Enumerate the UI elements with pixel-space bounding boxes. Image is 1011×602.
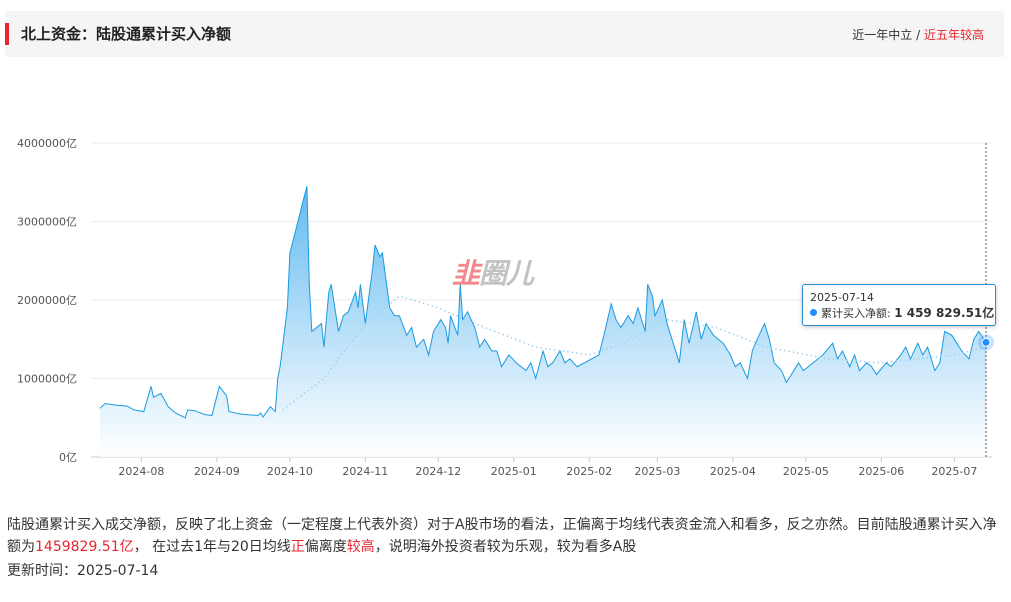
desc-deviation-direction: 正 <box>290 539 305 555</box>
desc-deviation-level: 较高 <box>346 539 375 555</box>
update-time: 更新时间：2025-07-14 <box>7 560 158 582</box>
x-tick-label: 2025-04 <box>710 465 756 478</box>
y-tick-label: 1000000亿 <box>17 373 77 386</box>
desc-part4: ，说明海外投资者较为乐观，较为看多A股 <box>374 539 637 555</box>
y-axis: 0亿 1000000亿 2000000亿 3000000亿 4000000亿 <box>17 137 77 464</box>
y-tick-label: 0亿 <box>59 451 77 464</box>
tooltip-date: 2025-07-14 <box>810 291 874 304</box>
x-tick-label: 2024-11 <box>342 465 388 478</box>
highlight-point[interactable] <box>981 337 991 347</box>
x-axis: 2024-08 2024-09 2024-10 2024-11 2024-12 2025-… <box>118 457 977 478</box>
description-text: 陆股通累计买入成交净额，反映了北上资金（一定程度上代表外资）对于A股市场的看法，… <box>7 514 1002 558</box>
status-summary: 近一年中立 / 近五年较高 <box>852 26 984 43</box>
chart-tooltip: 2025-07-14 累计买入净额: 1 459 829.51亿 <box>802 284 996 326</box>
header-panel: 北上资金：陆股通累计买入净额 近一年中立 / 近五年较高 <box>5 11 1004 57</box>
x-tick-label: 2025-02 <box>566 465 612 478</box>
status-separator: / <box>912 28 924 42</box>
x-tick-label: 2025-06 <box>858 465 904 478</box>
update-time-value: 2025-07-14 <box>77 563 159 579</box>
tooltip-row: 累计买入净额: 1 459 829.51亿 <box>810 305 994 322</box>
y-tick-label: 4000000亿 <box>17 137 77 150</box>
x-tick-label: 2025-07 <box>931 465 977 478</box>
title-accent-bar <box>5 23 9 45</box>
watermark-text: 圈儿 <box>479 257 534 290</box>
desc-part2: ， 在过去1年与20日均线 <box>133 539 291 555</box>
status-one-year: 近一年中立 <box>852 28 913 42</box>
x-tick-label: 2024-12 <box>415 465 461 478</box>
desc-part3: 偏离度 <box>304 539 347 555</box>
series-dot-icon <box>810 309 817 316</box>
watermark-logo: 韭圈儿 <box>452 252 534 292</box>
y-tick-label: 3000000亿 <box>17 216 77 229</box>
x-tick-label: 2025-03 <box>634 465 680 478</box>
tooltip-value: 1 459 829.51亿 <box>894 306 995 320</box>
desc-value: 1459829.51亿 <box>35 539 134 555</box>
tooltip-series-label: 累计买入净额: <box>821 307 895 320</box>
x-tick-label: 2024-08 <box>118 465 164 478</box>
x-tick-label: 2024-10 <box>267 465 313 478</box>
x-tick-label: 2025-01 <box>491 465 537 478</box>
watermark-mark: 韭 <box>452 257 480 290</box>
x-tick-label: 2024-09 <box>194 465 240 478</box>
page-title: 北上资金：陆股通累计买入净额 <box>21 25 232 43</box>
y-tick-label: 2000000亿 <box>17 294 77 307</box>
status-five-year: 近五年较高 <box>923 28 984 42</box>
x-tick-label: 2025-05 <box>783 465 829 478</box>
update-time-label: 更新时间： <box>7 563 77 579</box>
